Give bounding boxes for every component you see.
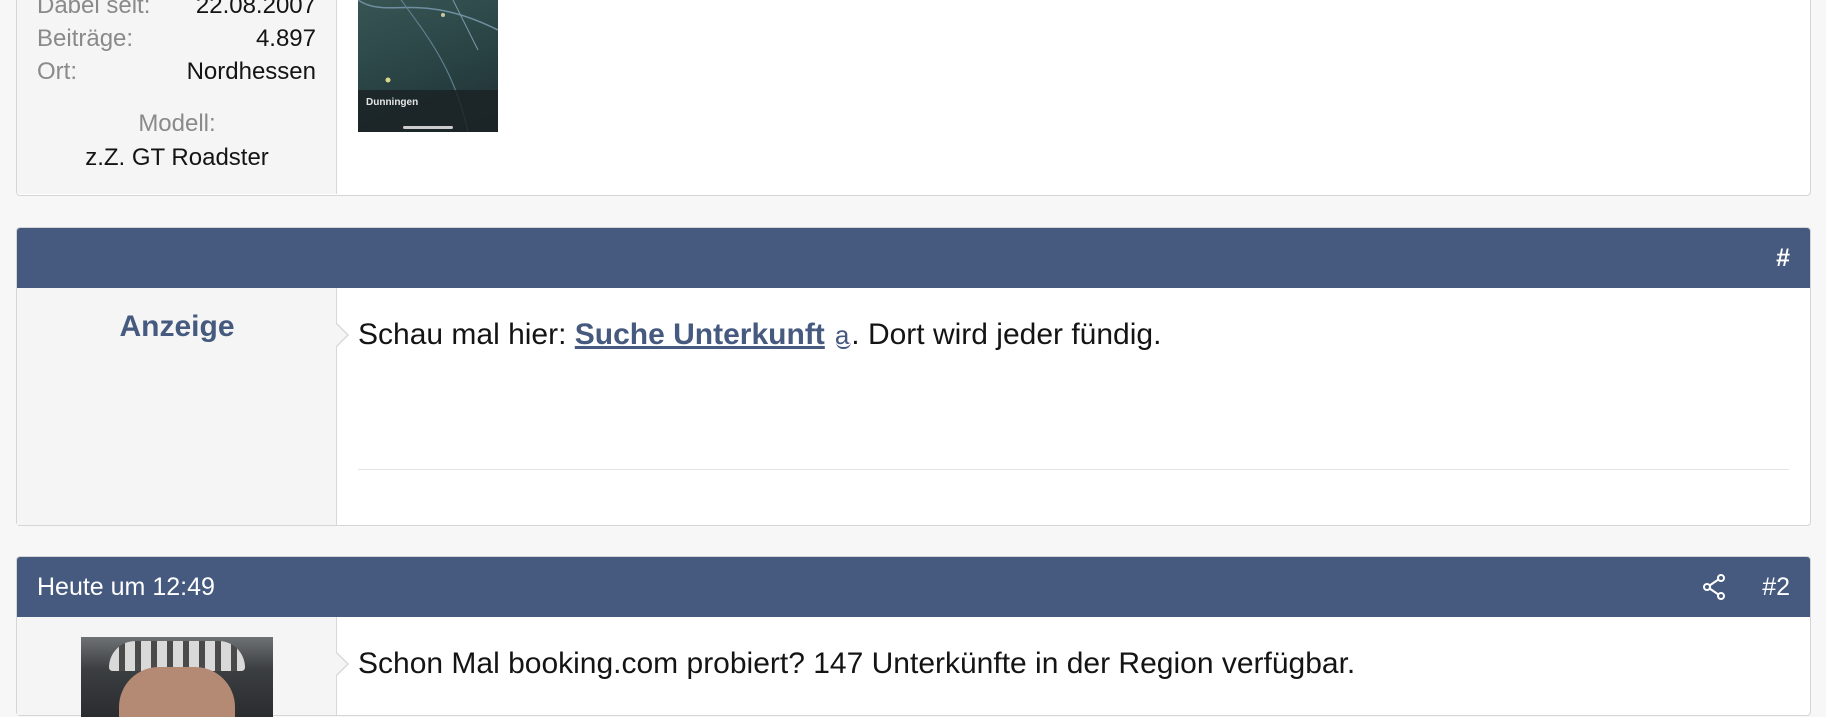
- post-2-user-col: [17, 617, 349, 717]
- ad-author[interactable]: Anzeige: [17, 310, 337, 344]
- ad-post-header: #: [17, 228, 1810, 288]
- posts-value: 4.897: [255, 25, 316, 52]
- info-row-location: Ort: Nordhessen: [37, 58, 316, 86]
- location-label: Ort:: [37, 58, 77, 85]
- share-icon[interactable]: [1702, 574, 1726, 600]
- ad-post: # Anzeige Schau mal hier: Suche Unterkun…: [16, 227, 1811, 526]
- ad-text-suffix: . Dort wird jeder fündig.: [851, 318, 1162, 351]
- post-2-content: Schon Mal booking.com probiert? 147 Unte…: [337, 617, 1810, 715]
- avatar[interactable]: [81, 637, 273, 717]
- post-2-header: Heute um 12:49 #2: [17, 557, 1810, 617]
- post-2-message: Schon Mal booking.com probiert? 147 Unte…: [358, 647, 1356, 680]
- ad-message: Schau mal hier: Suche Unterkunft a. Dort …: [358, 318, 1161, 352]
- map-caption: Dunningen: [366, 97, 419, 108]
- info-row-joined: Dabei seit: 22.08.2007: [37, 0, 316, 20]
- post-1-content: Dunningen: [337, 0, 1810, 194]
- model-value: z.Z. GT Roadster: [85, 144, 269, 171]
- post-2: Heute um 12:49 #2 Schon Mal booking.com …: [16, 556, 1811, 717]
- location-value: Nordhessen: [186, 58, 316, 85]
- ad-post-body: Anzeige Schau mal hier: Suche Unterkunft…: [17, 288, 1810, 525]
- post-1-body: Dabei seit: 22.08.2007 Beiträge: 4.897 O…: [17, 0, 1810, 194]
- info-row-posts: Beiträge: 4.897: [37, 25, 316, 53]
- map-icon: [358, 0, 498, 132]
- ad-content: Schau mal hier: Suche Unterkunft a. Dort …: [337, 288, 1810, 525]
- post-2-body: Schon Mal booking.com probiert? 147 Unte…: [17, 617, 1810, 717]
- model-label: Modell:: [138, 110, 216, 137]
- post-1: Dabei seit: 22.08.2007 Beiträge: 4.897 O…: [16, 0, 1811, 196]
- ad-user-col: Anzeige: [17, 288, 349, 525]
- search-accommodation-link[interactable]: Suche Unterkunft: [575, 318, 825, 351]
- map-thumbnail[interactable]: Dunningen: [358, 0, 498, 132]
- amazon-icon: a: [834, 320, 852, 350]
- posts-label: Beiträge:: [37, 25, 134, 52]
- avatar-face: [119, 667, 235, 717]
- ad-text-prefix: Schau mal hier:: [358, 318, 575, 351]
- post-2-time: Heute um 12:49: [37, 573, 215, 601]
- joined-value: 22.08.2007: [195, 0, 316, 19]
- post-1-user-info: Dabei seit: 22.08.2007 Beiträge: 4.897 O…: [17, 0, 337, 194]
- post-2-number[interactable]: #2: [1762, 573, 1790, 602]
- ad-permalink[interactable]: #: [1776, 244, 1790, 273]
- joined-label: Dabei seit:: [37, 0, 151, 19]
- ad-divider: [358, 469, 1789, 470]
